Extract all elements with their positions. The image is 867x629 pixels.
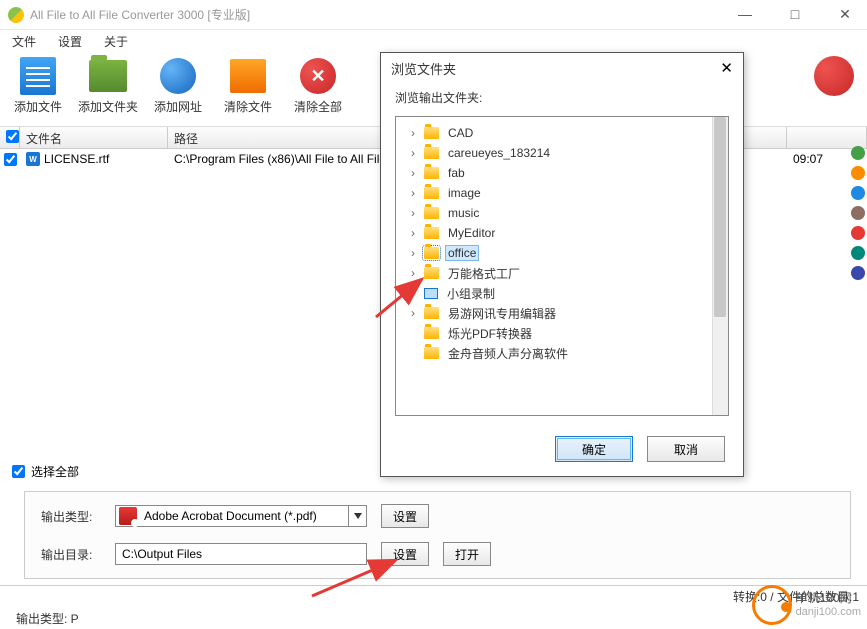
watermark: 单机100网 danji100.com xyxy=(752,585,861,625)
menu-settings[interactable]: 设置 xyxy=(52,31,88,52)
add-file-button[interactable]: 添加文件 xyxy=(10,56,66,122)
cancel-button[interactable]: 取消 xyxy=(647,436,725,462)
folder-icon xyxy=(424,267,439,279)
output-type-value: Adobe Acrobat Document (*.pdf) xyxy=(140,509,348,523)
tree-item-selected[interactable]: ›office xyxy=(400,243,724,263)
dir-settings-button[interactable]: 设置 xyxy=(381,542,429,566)
close-button[interactable]: ✕ xyxy=(831,6,859,23)
col-checkbox[interactable] xyxy=(0,127,20,148)
tree-item[interactable]: ›MyEditor xyxy=(400,223,724,243)
title-bar: All File to All File Converter 3000 [专业版… xyxy=(0,0,867,30)
tree-item[interactable]: ›易游网讯专用编辑器 xyxy=(400,303,724,323)
add-folder-label: 添加文件夹 xyxy=(78,98,138,115)
open-button[interactable]: 打开 xyxy=(443,542,491,566)
folder-icon xyxy=(424,147,439,159)
output-type-combo[interactable]: Adobe Acrobat Document (*.pdf) xyxy=(115,505,367,527)
header-checkbox[interactable] xyxy=(6,130,19,143)
monitor-icon xyxy=(424,288,438,299)
doc-icon: W xyxy=(26,152,40,166)
app-icon xyxy=(8,7,24,23)
status-bar: 转换:0 / 文件的总数目:1 xyxy=(0,585,867,607)
watermark-logo-icon xyxy=(752,585,792,625)
select-all-label: 选择全部 xyxy=(31,463,79,480)
clear-all-label: 清除全部 xyxy=(294,98,342,115)
side-folder-icon[interactable] xyxy=(851,166,865,180)
clear-all-button[interactable]: 清除全部 xyxy=(290,56,346,122)
add-url-label: 添加网址 xyxy=(154,98,202,115)
output-type-label: 输出类型: xyxy=(41,508,101,525)
select-all-checkbox[interactable] xyxy=(12,465,25,478)
clear-file-button[interactable]: 清除文件 xyxy=(220,56,276,122)
watermark-text: 单机100网 danji100.com xyxy=(796,592,861,617)
tree-item[interactable]: ›image xyxy=(400,183,724,203)
output-panel: 输出类型: Adobe Acrobat Document (*.pdf) 设置 … xyxy=(24,491,851,579)
menu-file[interactable]: 文件 xyxy=(6,31,42,52)
tree-scrollbar[interactable] xyxy=(712,117,728,415)
folder-icon xyxy=(424,347,439,359)
browse-folder-dialog: 浏览文件夹 ✕ 浏览输出文件夹: ›CAD ›careueyes_183214 … xyxy=(380,52,744,477)
folder-icon xyxy=(424,167,439,179)
tree-item[interactable]: ›万能格式工厂 xyxy=(400,263,724,283)
status-bar-2: 输出类型: P xyxy=(0,607,867,629)
tree-item[interactable]: ›小组录制 xyxy=(400,283,724,303)
folder-icon xyxy=(89,60,127,92)
col-filename[interactable]: 文件名 xyxy=(20,127,168,148)
folder-icon xyxy=(424,127,439,139)
side-help-icon[interactable] xyxy=(851,266,865,280)
quick-sidebar xyxy=(849,146,867,280)
folder-icon xyxy=(424,327,439,339)
folder-icon xyxy=(424,227,439,239)
file-icon xyxy=(20,57,56,95)
window-title: All File to All File Converter 3000 [专业版… xyxy=(30,6,731,23)
tree-item[interactable]: 烁光PDF转换器 xyxy=(400,323,724,343)
add-folder-button[interactable]: 添加文件夹 xyxy=(80,56,136,122)
globe-icon xyxy=(160,58,196,94)
convert-icon xyxy=(814,56,854,96)
dialog-subtitle: 浏览输出文件夹: xyxy=(381,83,743,108)
tree-item[interactable]: 金舟音频人声分离软件 xyxy=(400,343,724,363)
menu-bar: 文件 设置 关于 xyxy=(0,30,867,52)
output-dir-input[interactable] xyxy=(115,543,367,565)
clear-file-label: 清除文件 xyxy=(224,98,272,115)
folder-icon xyxy=(424,207,439,219)
dialog-close-button[interactable]: ✕ xyxy=(720,59,733,77)
row-checkbox[interactable] xyxy=(4,153,17,166)
tree-item[interactable]: ›careueyes_183214 xyxy=(400,143,724,163)
maximize-button[interactable]: □ xyxy=(781,6,809,23)
clear-all-icon xyxy=(300,58,336,94)
pdf-icon xyxy=(119,507,137,525)
type-settings-button[interactable]: 设置 xyxy=(381,504,429,528)
file-name: LICENSE.rtf xyxy=(44,152,109,166)
convert-button[interactable] xyxy=(811,56,857,122)
side-delete-icon[interactable] xyxy=(851,226,865,240)
col-time[interactable] xyxy=(787,127,867,148)
tree-item[interactable]: ›CAD xyxy=(400,123,724,143)
status-output-type: 输出类型: P xyxy=(8,610,178,627)
chevron-down-icon[interactable] xyxy=(348,506,366,526)
folder-icon xyxy=(424,247,439,259)
trash-icon xyxy=(230,59,266,93)
side-info-icon[interactable] xyxy=(851,246,865,260)
window-controls: — □ ✕ xyxy=(731,6,859,23)
ok-button[interactable]: 确定 xyxy=(555,436,633,462)
dialog-title: 浏览文件夹 xyxy=(391,59,720,78)
folder-tree[interactable]: ›CAD ›careueyes_183214 ›fab ›image ›musi… xyxy=(395,116,729,416)
side-add-icon[interactable] xyxy=(851,146,865,160)
tree-item[interactable]: ›music xyxy=(400,203,724,223)
side-globe-icon[interactable] xyxy=(851,186,865,200)
dialog-titlebar: 浏览文件夹 ✕ xyxy=(381,53,743,83)
tree-item[interactable]: ›fab xyxy=(400,163,724,183)
scrollbar-thumb[interactable] xyxy=(714,117,726,317)
dialog-buttons: 确定 取消 xyxy=(381,426,743,476)
folder-icon xyxy=(424,307,439,319)
add-url-button[interactable]: 添加网址 xyxy=(150,56,206,122)
folder-icon xyxy=(424,187,439,199)
side-clear-icon[interactable] xyxy=(851,206,865,220)
output-dir-label: 输出目录: xyxy=(41,546,101,563)
add-file-label: 添加文件 xyxy=(14,98,62,115)
menu-about[interactable]: 关于 xyxy=(98,31,134,52)
minimize-button[interactable]: — xyxy=(731,6,759,23)
